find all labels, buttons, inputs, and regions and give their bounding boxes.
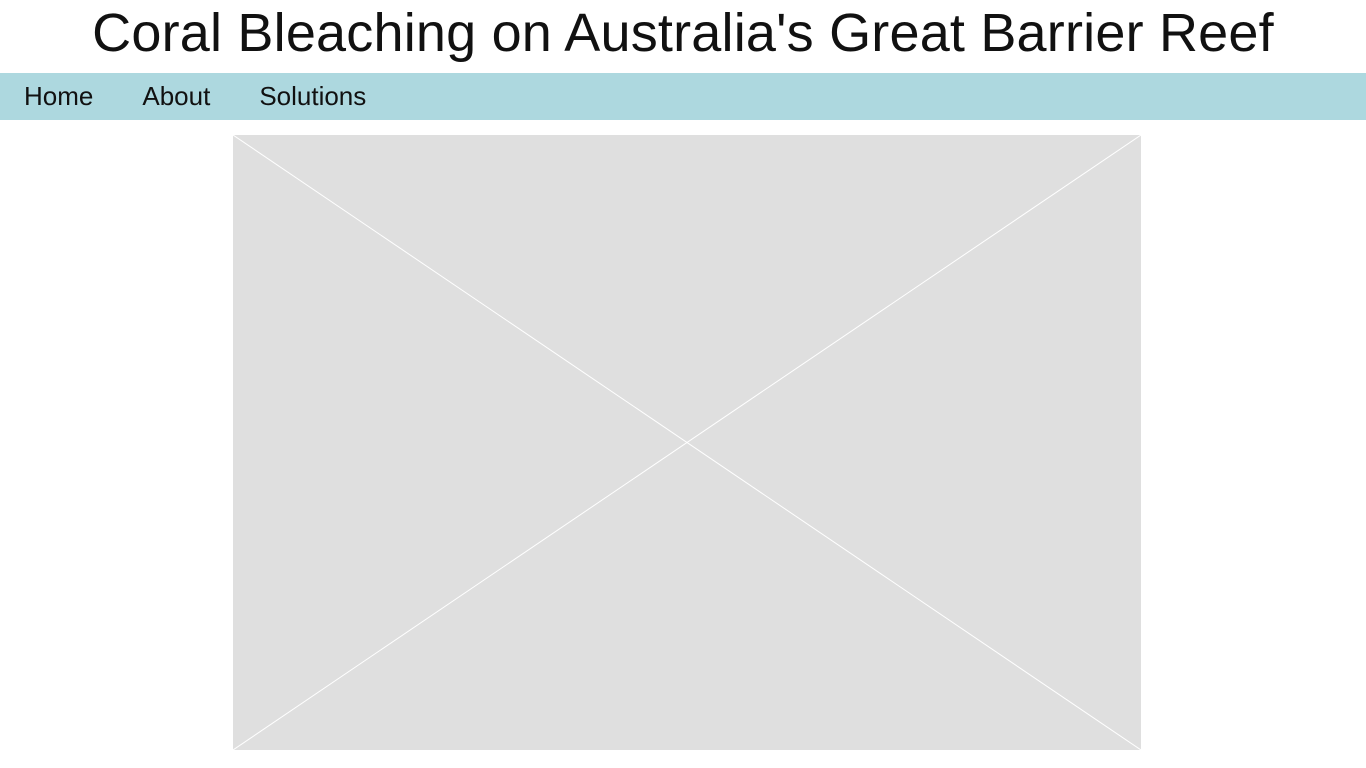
image-placeholder [233,135,1141,750]
image-placeholder-icon [233,135,1141,750]
main-nav: Home About Solutions [0,73,1366,120]
nav-link-about[interactable]: About [142,73,210,120]
nav-link-solutions[interactable]: Solutions [259,73,366,120]
page-title: Coral Bleaching on Australia's Great Bar… [92,3,1274,63]
nav-link-home[interactable]: Home [24,73,93,120]
